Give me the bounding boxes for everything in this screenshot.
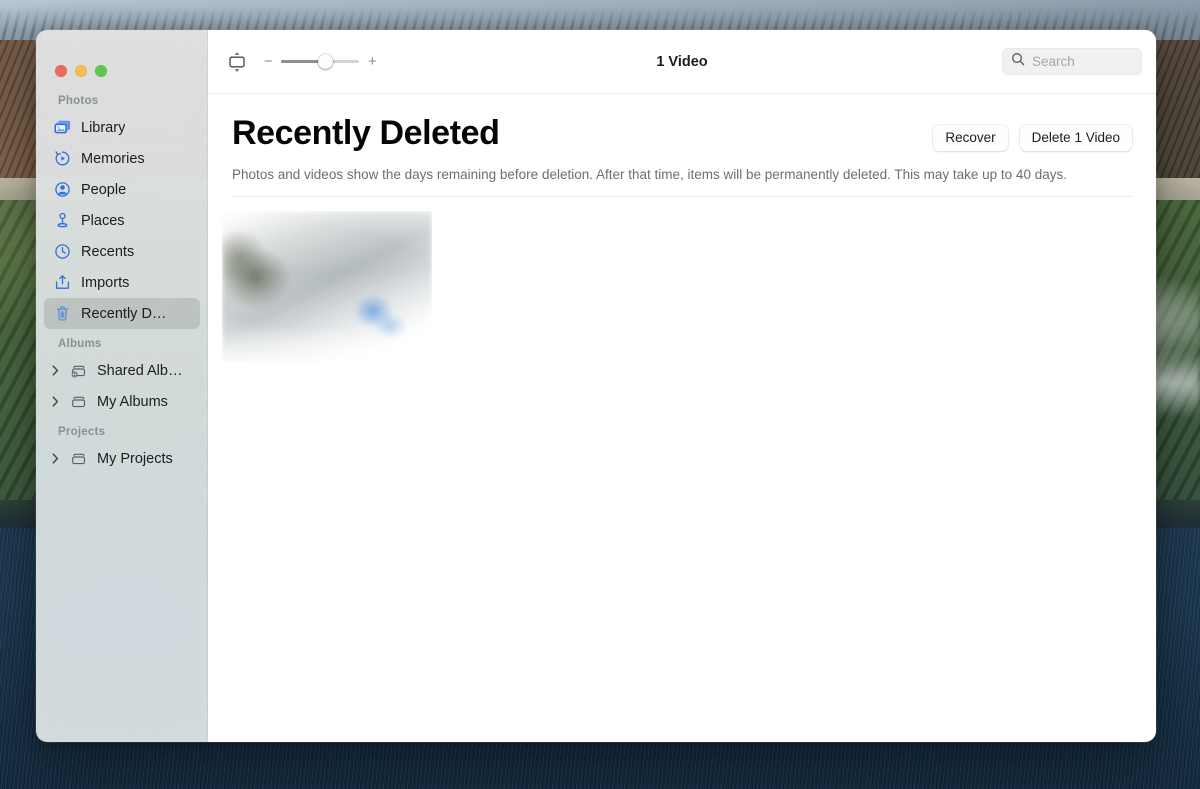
zoom-slider-fill xyxy=(281,60,322,63)
search-placeholder: Search xyxy=(1032,54,1075,69)
sidebar-item-my-projects[interactable]: My Projects xyxy=(44,443,200,474)
sidebar: Photos Library Memories People Places Re… xyxy=(36,30,208,742)
recover-button[interactable]: Recover xyxy=(933,125,1008,151)
sidebar-section-photos-label: Photos xyxy=(58,95,99,107)
sidebar-item-my-albums[interactable]: My Albums xyxy=(44,386,200,417)
sidebar-item-label: Imports xyxy=(81,274,130,291)
album-icon xyxy=(69,392,88,411)
sidebar-section-projects-label: Projects xyxy=(58,426,106,438)
toolbar: − + 1 Video Search xyxy=(208,30,1156,94)
zoom-slider[interactable]: − + xyxy=(264,54,377,70)
zoom-slider-knob[interactable] xyxy=(318,54,334,69)
imports-icon xyxy=(53,273,72,292)
sidebar-item-label: People xyxy=(81,181,127,198)
main-pane: − + 1 Video Search Recently Deleted Reco… xyxy=(208,30,1156,742)
zoom-out-button[interactable]: − xyxy=(264,54,273,69)
desktop-wallpaper: Photos Library Memories People Places Re… xyxy=(0,0,1200,789)
thumbnail-grid xyxy=(208,197,1156,364)
delete-button[interactable]: Delete 1 Video xyxy=(1019,125,1132,151)
shared-album-icon xyxy=(69,361,88,380)
trash-icon xyxy=(53,304,72,323)
sidebar-item-memories[interactable]: Memories xyxy=(44,143,200,174)
sidebar-item-label: Recently D… xyxy=(81,305,167,322)
maximize-button[interactable] xyxy=(95,64,107,77)
sidebar-item-label: Recents xyxy=(81,243,135,260)
library-icon xyxy=(53,118,72,137)
sidebar-item-label: Places xyxy=(81,212,125,229)
sidebar-section-albums-label: Albums xyxy=(58,338,102,350)
minimize-button[interactable] xyxy=(75,64,87,77)
project-icon xyxy=(69,449,88,468)
media-thumbnail[interactable] xyxy=(222,211,432,364)
header-actions: Recover Delete 1 Video xyxy=(933,116,1132,151)
sidebar-item-label: Memories xyxy=(81,150,145,167)
page-header-top-row: Recently Deleted Recover Delete 1 Video xyxy=(232,114,1132,152)
close-button[interactable] xyxy=(55,64,67,77)
toolbar-left-controls: − + xyxy=(224,49,377,75)
sidebar-item-recents[interactable]: Recents xyxy=(44,236,200,267)
zoom-in-button[interactable]: + xyxy=(368,54,377,69)
page-title: Recently Deleted xyxy=(232,114,500,152)
chevron-right-icon[interactable] xyxy=(50,365,61,376)
sidebar-section-projects-list: My Projects xyxy=(36,443,208,474)
search-input[interactable]: Search xyxy=(1002,48,1142,75)
page-description: Photos and videos show the days remainin… xyxy=(232,166,1067,182)
sidebar-section-albums-list: Shared Alb… My Albums xyxy=(36,355,208,417)
people-icon xyxy=(53,180,72,199)
sidebar-section-photos-list: Library Memories People Places Recents I… xyxy=(36,112,208,329)
memories-icon xyxy=(53,149,72,168)
zoom-slider-track[interactable] xyxy=(281,54,359,70)
chevron-right-icon[interactable] xyxy=(50,453,61,464)
photos-app-window: Photos Library Memories People Places Re… xyxy=(36,30,1156,742)
recents-clock-icon xyxy=(53,242,72,261)
sidebar-item-library[interactable]: Library xyxy=(44,112,200,143)
places-pin-icon xyxy=(53,211,72,230)
sidebar-item-label: My Projects xyxy=(97,450,173,467)
aspect-view-icon[interactable] xyxy=(224,49,250,75)
window-controls xyxy=(36,30,208,86)
sidebar-item-label: My Albums xyxy=(97,393,168,410)
search-icon xyxy=(1011,52,1025,71)
sidebar-item-shared-albums[interactable]: Shared Alb… xyxy=(44,355,200,386)
sidebar-item-label: Library xyxy=(81,119,126,136)
content-area xyxy=(208,197,1156,742)
sidebar-item-places[interactable]: Places xyxy=(44,205,200,236)
sidebar-item-people[interactable]: People xyxy=(44,174,200,205)
sidebar-item-imports[interactable]: Imports xyxy=(44,267,200,298)
sidebar-item-label: Shared Alb… xyxy=(97,362,183,379)
sidebar-item-recently-deleted[interactable]: Recently D… xyxy=(44,298,200,329)
page-header: Recently Deleted Recover Delete 1 Video … xyxy=(208,94,1156,198)
thumbnail-overlay xyxy=(222,211,432,364)
chevron-right-icon[interactable] xyxy=(50,396,61,407)
